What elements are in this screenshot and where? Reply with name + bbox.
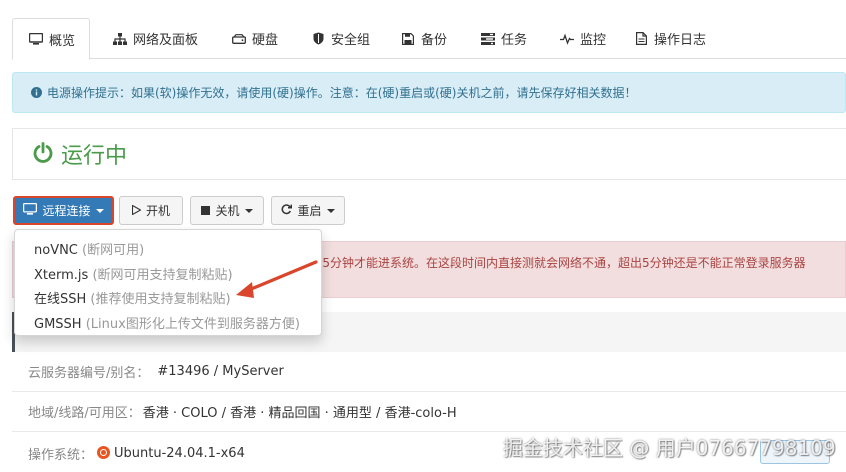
tab-label: 硬盘 [252,33,279,48]
desktop-icon [23,202,38,218]
start-button[interactable]: 开机 [119,196,183,225]
remote-connect-label: 远程连接 [42,204,91,218]
server-id-value: #13496 / MyServer [157,364,284,379]
restart-warning-text: -5分钟才能进系统。在这段时间内直接测就会网络不通，超出5分钟还是不能正常登录服… [318,256,806,270]
dropdown-item-online-ssh[interactable]: 在线SSH (推荐使用支持复制粘贴) [34,288,231,307]
chevron-down-icon [244,208,253,213]
power-tip-text: 电源操作提示：如果(软)操作无效，请使用(硬)操作。注意：在(硬)重启或(硬)关… [47,86,637,100]
tab-label: 备份 [421,33,448,48]
dropdown-item-name: 在线SSH [34,292,87,307]
restart-label: 重启 [297,204,322,218]
os-value: Ubuntu-24.04.1-x64 [97,445,245,461]
tab-label: 监控 [580,33,607,48]
dropdown-item-note: (断网可用支持复制粘贴) [92,268,233,283]
dropdown-item-gmssh[interactable]: GMSSH (Linux图形化上传文件到服务器方便) [34,313,300,332]
tab-monitor[interactable]: 监控 [560,18,606,59]
sitemap-icon [113,32,127,46]
region-value: 香港 · COLO / 香港 · 精品回国 · 通用型 / 香港-colo-H [142,406,457,421]
tab-disk[interactable]: 硬盘 [232,18,278,59]
shutdown-button[interactable]: 关机 [190,196,264,225]
annotation-arrow-icon [236,260,318,298]
dropdown-item-name: noVNC [34,243,78,258]
play-icon [131,204,142,218]
tab-label: 网络及面板 [133,33,199,48]
server-id-row: 云服务器编号/别名： #13496 / MyServer [12,352,846,392]
status-text: 运行中 [61,144,128,169]
hdd-icon [232,32,246,46]
save-icon [401,32,415,46]
dropdown-item-note: (推荐使用支持复制粘贴) [90,292,231,307]
tab-label: 操作日志 [654,33,707,48]
shield-icon [311,32,325,46]
dropdown-item-note: (Linux图形化上传文件到服务器方便) [85,317,300,332]
dropdown-item-name: GMSSH [34,317,82,332]
region-label: 地域/线路/可用区： [28,406,141,421]
tab-label: 任务 [501,33,528,48]
region-row: 地域/线路/可用区： 香港 · COLO / 香港 · 精品回国 · 通用型 /… [12,392,846,432]
tab-security-group[interactable]: 安全组 [311,18,370,59]
power-icon [33,141,53,167]
os-label: 操作系统： [28,447,94,463]
chevron-down-icon [95,208,104,213]
restart-button[interactable]: 重启 [271,196,345,225]
tab-tasks[interactable]: 任务 [481,18,527,59]
tab-label: 安全组 [331,33,371,48]
monitor-icon [29,32,43,46]
chevron-down-icon [326,208,335,213]
dropdown-item-xterm[interactable]: Xterm.js (断网可用支持复制粘贴) [34,264,233,283]
shutdown-label: 关机 [215,204,240,218]
info-circle-icon [31,87,42,98]
dropdown-item-note: (断网可用) [82,243,145,258]
tasks-icon [481,32,495,46]
server-id-label: 云服务器编号/别名： [28,366,150,381]
tab-backup[interactable]: 备份 [401,18,447,59]
tab-bar: 概览 网络及面板 硬盘 安全组 备份 任务 监控 操作日志 [12,18,846,60]
dropdown-item-novnc[interactable]: noVNC (断网可用) [34,239,144,258]
tab-label: 概览 [49,33,76,49]
tab-operation-log[interactable]: 操作日志 [634,18,706,59]
start-label: 开机 [145,204,170,218]
tab-overview[interactable]: 概览 [12,18,91,60]
pulse-icon [560,32,574,46]
remote-connect-button[interactable]: 远程连接 [13,196,114,225]
file-icon [634,32,648,46]
status-panel: 运行中 [12,128,846,180]
ubuntu-icon [97,445,111,459]
watermark: 掘金技术社区 @ 用户07667798109 [503,436,836,460]
power-tip-alert: 电源操作提示：如果(软)操作无效，请使用(硬)操作。注意：在(硬)重启或(硬)关… [12,72,846,113]
tab-network-panel[interactable]: 网络及面板 [113,18,198,59]
stop-icon [201,204,211,218]
os-value-text: Ubuntu-24.04.1-x64 [114,445,245,461]
dropdown-item-name: Xterm.js [34,268,89,283]
refresh-icon [281,203,293,218]
